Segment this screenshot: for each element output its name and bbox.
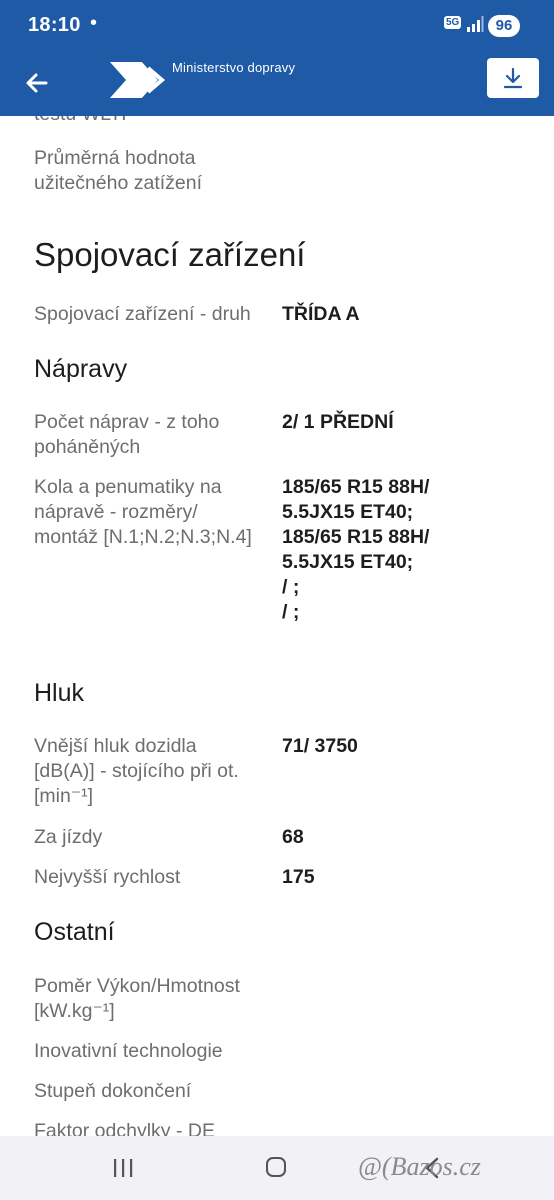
app-bar: Ministerstvo dopravy	[0, 50, 554, 116]
section-title-axles: Nápravy	[34, 355, 128, 383]
max-speed-value: 175	[282, 866, 315, 888]
deviation-factor-label: Faktor odchylky - DE	[34, 1120, 215, 1136]
wheels-tires-value: 185/65 R15 88H/ 5.5JX15 ET40; 185/65 R15…	[282, 476, 430, 623]
driving-noise-value: 68	[282, 826, 304, 848]
status-time: 18:10	[28, 14, 81, 36]
download-button[interactable]	[487, 58, 539, 98]
completion-stage-label: Stupeň dokončení	[34, 1080, 192, 1102]
power-weight-ratio-label: Poměr Výkon/Hmotnost [kW.kg⁻¹]	[34, 975, 240, 1022]
arrow-left-icon[interactable]	[18, 64, 56, 102]
ministry-logo	[110, 62, 176, 98]
field-label: testu WLTP	[34, 116, 134, 127]
max-speed-label: Nejvyšší rychlost	[34, 866, 181, 888]
battery-indicator: 96	[488, 15, 520, 37]
system-nav-bar: @(Bazos.cz	[0, 1136, 554, 1200]
standing-noise-label: Vnější hluk dozidla [dB(A)] - stojícího …	[34, 735, 239, 807]
section-title-other: Ostatní	[34, 918, 115, 946]
axle-count-label: Počet náprav - z toho poháněných	[34, 411, 220, 458]
section-title-coupling: Spojovací zařízení	[34, 236, 306, 273]
notification-dot: •	[90, 12, 98, 34]
average-payload-label: Průměrná hodnota užitečného zatížení	[34, 147, 203, 194]
recent-apps-icon[interactable]	[112, 1158, 134, 1178]
section-title-noise: Hluk	[34, 679, 85, 707]
innovative-technology-label: Inovativní technologie	[34, 1040, 223, 1062]
coupling-type-value: TŘÍDA A	[282, 303, 360, 325]
status-bar: 18:10 • 5G 96	[0, 0, 554, 50]
coupling-type-label: Spojovací zařízení - druh	[34, 303, 251, 325]
standing-noise-value: 71/ 3750	[282, 735, 358, 757]
signal-icon	[467, 16, 484, 32]
home-icon[interactable]	[266, 1157, 286, 1177]
brand-name: Ministerstvo dopravy	[172, 60, 296, 75]
vehicle-details: testu WLTP Průměrná hodnota užitečného z…	[0, 116, 554, 1136]
network-type-badge: 5G	[444, 16, 462, 29]
wheels-tires-label: Kola a penumatiky na nápravě - rozměry/ …	[34, 476, 252, 548]
watermark: @(Bazos.cz	[358, 1152, 481, 1181]
download-icon	[503, 67, 523, 89]
axle-count-value: 2/ 1 PŘEDNÍ	[282, 411, 394, 433]
driving-noise-label: Za jízdy	[34, 826, 103, 848]
